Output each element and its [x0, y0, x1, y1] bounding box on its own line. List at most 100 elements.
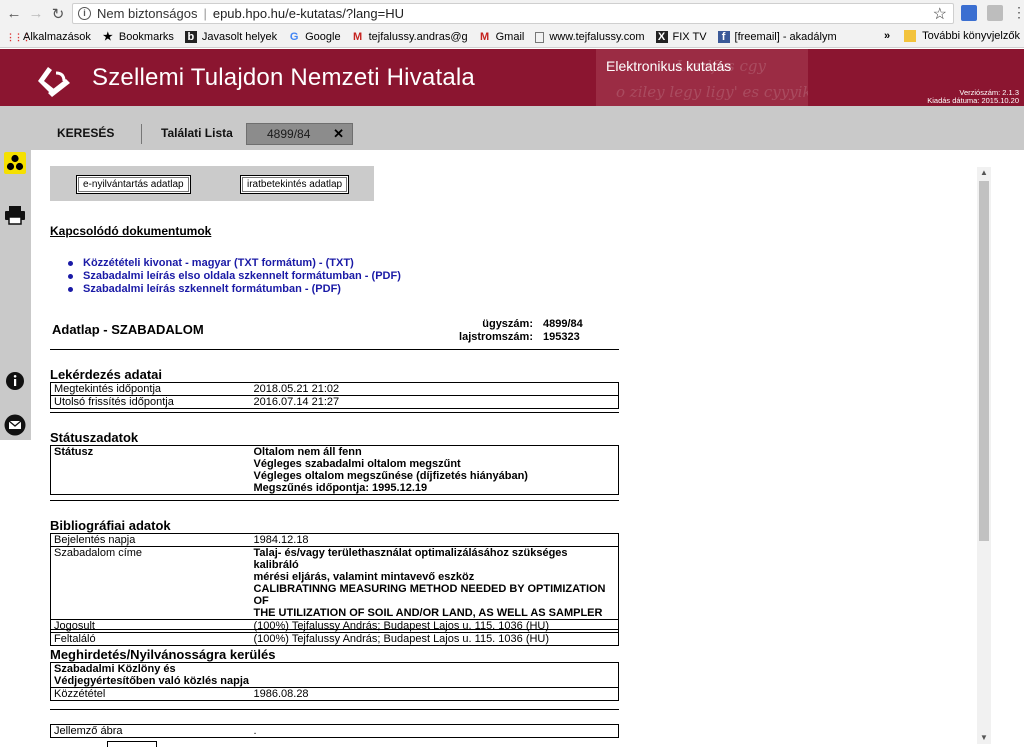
bookmark-google[interactable]: G Google: [288, 31, 341, 43]
related-doc-link-pdf-first[interactable]: Szabadalmi leírás elso oldala szkennelt …: [68, 270, 401, 283]
tab-active-record[interactable]: 4899/84 ✕: [246, 123, 353, 145]
figure-value: .: [253, 725, 257, 737]
fixtv-icon: X: [655, 31, 668, 43]
reload-icon[interactable]: ↻: [47, 3, 69, 25]
site-header: Szellemi Tulajdon Nemzeti Hivatala Lordf…: [0, 49, 1024, 106]
case-label: ügyszám:: [482, 318, 533, 330]
table-row: Szabadalmi Közlöny és Védjegyértesítőben…: [50, 662, 619, 688]
owner-label: Jogosult: [50, 619, 251, 633]
divider: [50, 709, 619, 710]
bookmark-freemail[interactable]: f [freemail] - akadálym: [717, 31, 837, 43]
more-bookmarks-chevron[interactable]: »: [884, 30, 890, 42]
table-row: Bejelentés napja 1984.12.18: [50, 533, 619, 547]
table-row: Jellemző ábra .: [51, 725, 619, 738]
divider: |: [203, 6, 207, 21]
publication-label: Közzététel: [54, 688, 106, 700]
divider: [50, 629, 619, 630]
apps-icon: ⋮⋮⋮: [6, 32, 31, 42]
bookmark-tejfalussy[interactable]: www.tejfalussy.com: [535, 31, 645, 43]
divider: [141, 124, 142, 144]
patent-title-line: CALIBRATINNG MEASURING METHOD NEEDED BY …: [253, 583, 606, 607]
case-numbers: ügyszám: 4899/84 lajstromszám: 195323: [450, 318, 583, 344]
status-line: Oltalom nem áll fenn: [253, 446, 362, 458]
patent-title-label: Szabadalom címe: [50, 546, 251, 620]
status-section-title: Státuszadatok: [50, 430, 139, 445]
figure-label: Jellemző ábra: [54, 725, 123, 737]
related-doc-link-txt[interactable]: Közzétételi kivonat - magyar (TXT formát…: [68, 257, 401, 270]
status-table: Státusz Oltalom nem áll fenn Végleges sz…: [50, 445, 619, 495]
divider: [50, 500, 619, 501]
table-row: Jogosult (100%) Tejfalussy András; Budap…: [50, 619, 619, 633]
reg-label: lajstromszám:: [459, 331, 533, 343]
bookmark-mail[interactable]: M tejfalussy.andras@g: [352, 31, 468, 43]
divider: [50, 412, 619, 413]
version-info: Verziószám: 2.1.3 Kiadás dátuma: 2015.10…: [927, 89, 1019, 105]
bookmark-apps[interactable]: ⋮⋮⋮ Alkalmazások: [6, 31, 91, 43]
biblio-section-title: Bibliográfiai adatok: [50, 518, 171, 533]
table-row: Megtekintés időpontja 2018.05.21 21:02: [50, 382, 619, 396]
scrollbar-thumb[interactable]: [979, 181, 989, 541]
related-doc-link-pdf[interactable]: Szabadalmi leírás szkennelt formátumban …: [68, 283, 401, 296]
bookmark-label: Google: [305, 31, 341, 43]
star-icon: ★: [102, 31, 113, 43]
bookmark-javasolt[interactable]: b Javasolt helyek: [184, 31, 277, 43]
accessibility-icon[interactable]: [3, 151, 27, 175]
service-label: Elektronikus kutatás: [606, 58, 732, 74]
tab-search[interactable]: KERESÉS: [57, 122, 114, 144]
info-icon[interactable]: [3, 369, 27, 393]
document-view-button[interactable]: iratbetekintés adatlap: [240, 175, 350, 194]
registry-datasheet-button[interactable]: e-nyilvántartás adatlap: [76, 175, 191, 194]
address-bar[interactable]: i Nem biztonságos | epub.hpo.hu/e-kutata…: [72, 3, 954, 24]
close-icon[interactable]: ✕: [333, 124, 344, 144]
scroll-up-icon[interactable]: ▲: [977, 167, 991, 179]
bookmark-label: www.tejfalussy.com: [549, 31, 645, 43]
print-icon[interactable]: [3, 203, 27, 227]
status-values: Oltalom nem áll fenn Végleges szabadalmi…: [251, 446, 619, 495]
figure-thumbnail[interactable]: [107, 741, 157, 747]
bookmark-star-icon[interactable]: ☆: [933, 4, 947, 24]
bing-icon: b: [184, 31, 197, 43]
related-docs-title: Kapcsolódó dokumentumok: [50, 224, 212, 238]
bookmark-gmail[interactable]: M Gmail: [479, 31, 525, 43]
release-line: Kiadás dátuma: 2015.10.20: [927, 96, 1019, 105]
button-panel: e-nyilvántartás adatlap iratbetekintés a…: [50, 166, 374, 201]
tab-results[interactable]: Találati Lista: [161, 122, 233, 144]
bookmark-bookmarks[interactable]: ★ Bookmarks: [102, 31, 174, 43]
inventor-label: Feltaláló: [54, 633, 96, 645]
bookmark-label: [freemail] - akadálym: [734, 31, 837, 43]
patent-title-line: mérési eljárás, valamint mintavevő eszkö…: [253, 571, 475, 583]
back-arrow-icon[interactable]: ←: [3, 3, 25, 25]
query-value: 2016.07.14 21:27: [253, 396, 340, 408]
case-value: 4899/84: [543, 318, 583, 330]
url-text[interactable]: epub.hpo.hu/e-kutatas/?lang=HU: [213, 6, 404, 21]
status-line: Végleges szabadalmi oltalom megszűnt: [253, 458, 461, 470]
table-row: Szabadalom címe Talaj- és/vagy területha…: [50, 546, 619, 620]
menu-dots-icon[interactable]: ⋮: [1012, 4, 1024, 21]
other-bookmarks[interactable]: » További könyvjelzők: [884, 30, 1020, 42]
bookmark-label: Gmail: [495, 31, 525, 43]
reg-value: 195323: [543, 331, 580, 343]
gmail-icon: M: [480, 31, 490, 43]
mail-icon[interactable]: [3, 413, 27, 437]
vertical-scrollbar[interactable]: ▲ ▼: [977, 167, 991, 744]
site-title: Szellemi Tulajdon Nemzeti Hivatala: [92, 64, 475, 91]
left-toolbar: [0, 150, 31, 440]
publication-table: Szabadalmi Közlöny és Védjegyértesítőben…: [50, 662, 619, 701]
tab-strip: KERESÉS Találati Lista 4899/84 ✕: [0, 106, 1024, 150]
patent-title-line: Talaj- és/vagy területhasználat optimali…: [253, 547, 568, 571]
query-table: Megtekintés időpontja 2018.05.21 21:02 U…: [50, 382, 619, 409]
extension-icon[interactable]: [961, 5, 977, 21]
patent-title-value: Talaj- és/vagy területhasználat optimali…: [250, 546, 619, 620]
owner-value: (100%) Tejfalussy András; Budapest Lajos…: [250, 619, 619, 633]
related-docs-list: Közzétételi kivonat - magyar (TXT formát…: [68, 257, 401, 296]
filing-value: 1984.12.18: [250, 533, 619, 547]
publication-value: 1986.08.28: [253, 688, 309, 700]
query-key: Megtekintés időpontja: [50, 382, 251, 396]
scroll-down-icon[interactable]: ▼: [977, 732, 991, 744]
info-icon[interactable]: i: [78, 7, 91, 20]
publication-section-title: Meghirdetés/Nyilvánosságra kerülés: [50, 647, 276, 662]
pdf-extension-icon[interactable]: [987, 5, 1003, 21]
forward-arrow-icon[interactable]: →: [25, 3, 47, 25]
bookmark-fixtv[interactable]: X FIX TV: [655, 31, 707, 43]
publication-header-line: Védjegyértesítőben való közlés napja: [54, 675, 250, 687]
